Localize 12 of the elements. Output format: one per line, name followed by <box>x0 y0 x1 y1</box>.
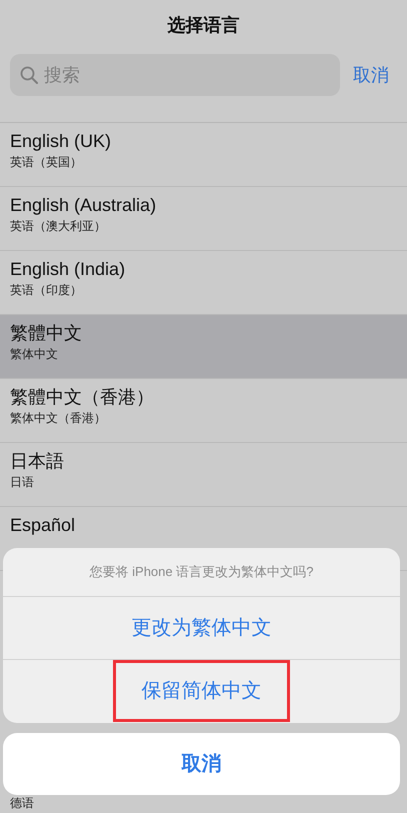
language-row[interactable]: English (UK) 英语（英国） <box>0 123 407 187</box>
search-field[interactable]: 搜索 <box>10 54 340 96</box>
alert-message: 您要将 iPhone 语言更改为繁体中文吗? <box>3 548 400 597</box>
language-row[interactable]: 繁體中文（香港） 繁体中文（香港） <box>0 379 407 443</box>
action-button[interactable]: 保留简体中文 <box>113 660 290 722</box>
action-button[interactable]: 更改为繁体中文 <box>3 597 400 660</box>
cancel-button[interactable]: 取消 <box>182 749 222 779</box>
language-row[interactable]: English (Australia) 英语（澳大利亚） <box>0 187 407 251</box>
language-row[interactable]: 繁體中文 繁体中文 <box>0 315 407 379</box>
screen-title: 选择语言 <box>166 14 240 37</box>
language-row[interactable]: 日本語 日语 <box>0 443 407 507</box>
search-icon <box>20 66 38 84</box>
